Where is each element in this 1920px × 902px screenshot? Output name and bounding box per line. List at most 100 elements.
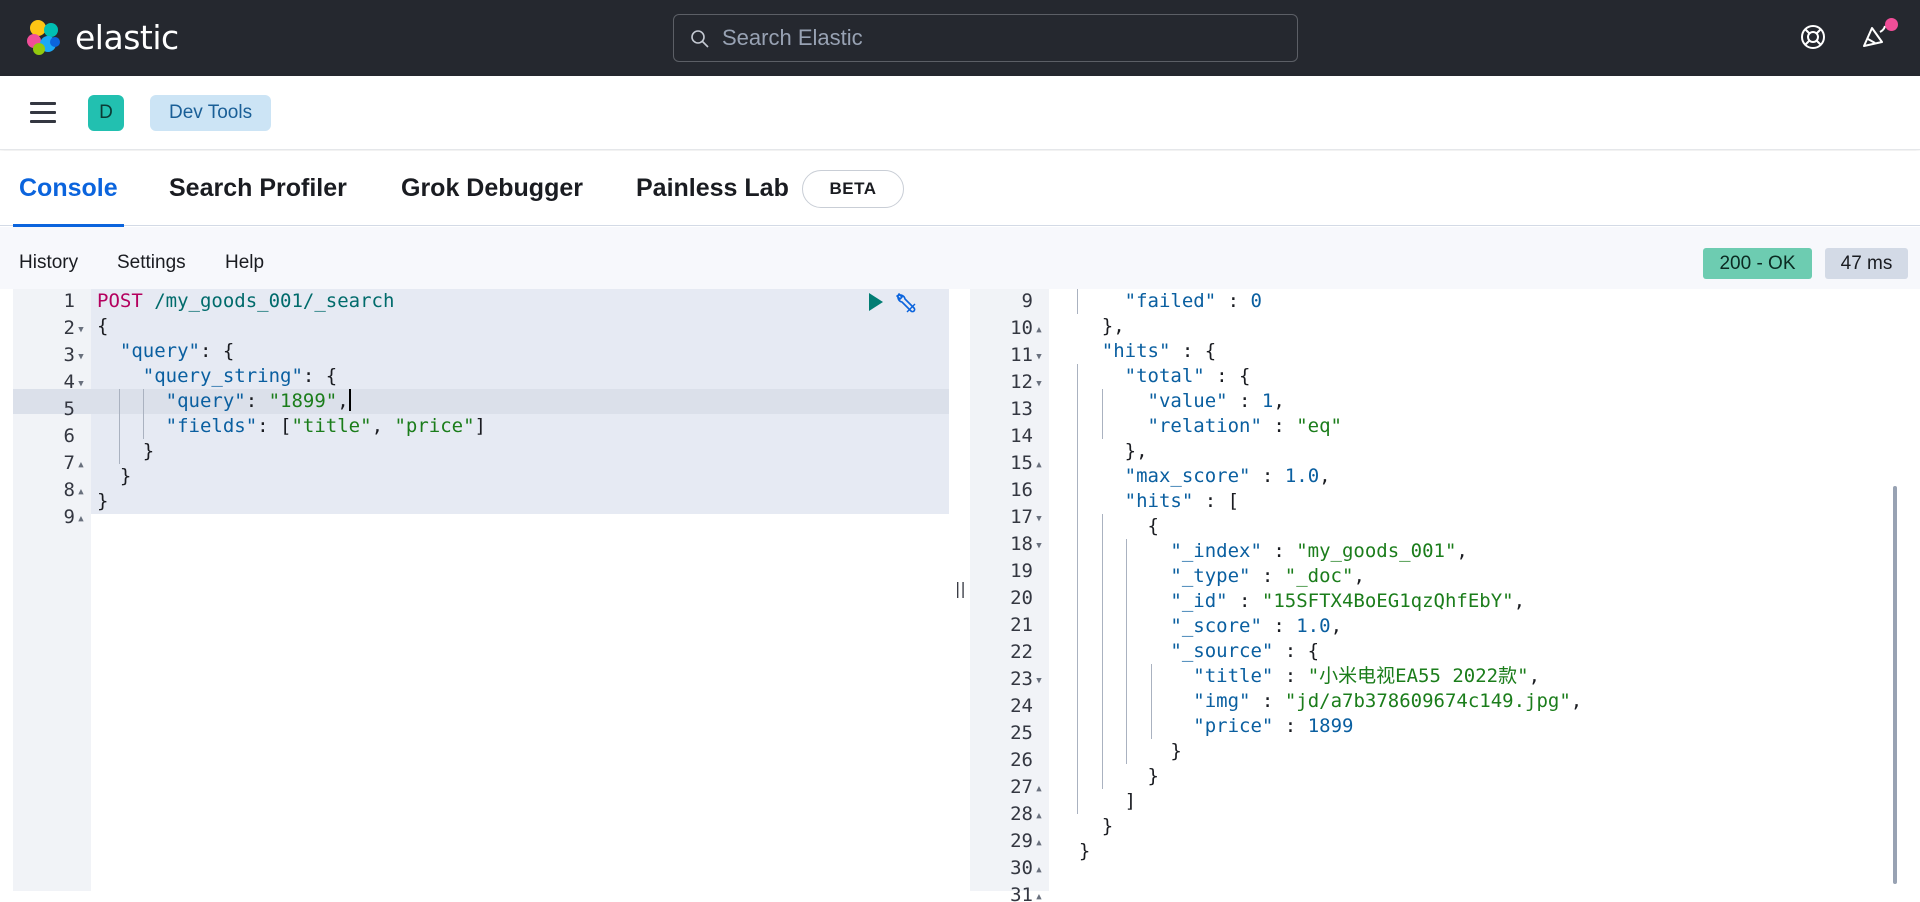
request-code[interactable]: POST /my_goods_001/_search { "query": { "… [97, 289, 486, 514]
code-line: "_source" : { [1170, 640, 1320, 662]
code-line: } [97, 490, 109, 512]
search-icon [691, 30, 709, 48]
code-line: } [1170, 740, 1182, 762]
fold-up-icon[interactable]: ▲ [1033, 804, 1045, 829]
fold-down-icon[interactable]: ▼ [1033, 345, 1045, 370]
menu-icon[interactable] [30, 102, 56, 124]
fold-down-icon[interactable]: ▼ [1033, 669, 1045, 694]
fold-up-icon[interactable]: ▲ [1033, 858, 1045, 883]
line-number: 3 ▼ [13, 343, 87, 370]
code-line: "img" : "jd/a7b378609674c149.jpg", [1193, 690, 1583, 712]
code-line: } [119, 465, 132, 487]
code-line: "failed" : 0 [1124, 290, 1262, 312]
line-number: 15 ▲ [970, 451, 1045, 478]
code-line: "max_score" : 1.0, [1124, 465, 1331, 487]
space-avatar[interactable]: D [88, 95, 124, 131]
code-line: { [97, 315, 109, 337]
wrench-icon[interactable] [893, 290, 919, 316]
code-line: POST /my_goods_001/_search [97, 290, 395, 312]
tab-grok-debugger[interactable]: Grok Debugger [401, 151, 583, 226]
line-number: 29 ▲ [970, 829, 1045, 856]
fold-down-icon[interactable]: ▼ [75, 372, 87, 397]
code-line: } [142, 440, 155, 462]
line-number: 12 ▼ [970, 370, 1045, 397]
code-line: }, [1124, 440, 1148, 462]
line-number: 2 ▼ [13, 316, 87, 343]
breadcrumb[interactable]: Dev Tools [150, 95, 272, 131]
console-toolbar [0, 227, 1920, 289]
fold-down-icon[interactable]: ▼ [75, 345, 87, 370]
brand-name[interactable]: elastic [75, 18, 179, 58]
code-line: "hits" : [ [1124, 490, 1240, 512]
tab-painless-lab[interactable]: Painless Lab [636, 151, 789, 226]
line-number: 25 [970, 721, 1045, 748]
line-number: 11 ▼ [970, 343, 1045, 370]
play-icon[interactable] [864, 291, 886, 313]
elastic-logo-icon[interactable] [24, 18, 64, 58]
code-line: ] [1124, 790, 1137, 812]
fold-up-icon[interactable]: ▲ [1033, 318, 1045, 343]
line-number: 31 ▲ [970, 883, 1045, 902]
fold-up-icon[interactable]: ▲ [1033, 777, 1045, 802]
help-icon[interactable] [1798, 22, 1828, 52]
global-search[interactable] [673, 14, 1298, 62]
line-number: 17 ▼ [970, 505, 1045, 532]
notification-dot [1885, 18, 1898, 31]
search-input[interactable] [722, 15, 1282, 61]
pane-resize-handle[interactable]: || [955, 577, 966, 601]
code-line: "_type" : "_doc", [1170, 565, 1365, 587]
code-line: "_index" : "my_goods_001", [1170, 540, 1468, 562]
beta-badge: BETA [802, 170, 904, 208]
line-number: 20 [970, 586, 1045, 613]
fold-down-icon[interactable]: ▼ [1033, 372, 1045, 397]
code-line: } [1147, 765, 1159, 787]
fold-up-icon[interactable]: ▲ [75, 507, 87, 532]
code-line: "_score" : 1.0, [1170, 615, 1343, 637]
response-scrollbar[interactable] [1893, 486, 1897, 884]
devtools-tabs: Console Search Profiler Grok Debugger Pa… [0, 151, 1920, 227]
line-number: 28 ▲ [970, 802, 1045, 829]
line-number: 24 [970, 694, 1045, 721]
line-number: 16 [970, 478, 1045, 505]
response-code[interactable]: "failed" : 0 }, "hits" : { "total" : { "… [1056, 289, 1582, 889]
code-line: } [1078, 840, 1091, 862]
code-line: "query": "1899", [165, 389, 351, 412]
code-line: "title" : "小米电视EA55 2022款", [1193, 665, 1541, 687]
fold-up-icon[interactable]: ▲ [1033, 453, 1045, 478]
breadcrumb-bar: D Dev Tools [0, 76, 1920, 150]
line-number: 27 ▲ [970, 775, 1045, 802]
fold-up-icon[interactable]: ▲ [75, 480, 87, 505]
code-line: "query_string": { [142, 365, 338, 387]
line-number: 26 [970, 748, 1045, 775]
line-number: 5 [13, 397, 87, 424]
status-badge: 200 - OK [1703, 248, 1812, 279]
code-line: "value" : 1, [1147, 390, 1285, 412]
line-number: 7 ▲ [13, 451, 87, 478]
code-line: }, [1101, 315, 1125, 337]
fold-down-icon[interactable]: ▼ [75, 318, 87, 343]
tab-console[interactable]: Console [13, 151, 124, 227]
fold-up-icon[interactable]: ▲ [75, 453, 87, 478]
code-line: { [1147, 515, 1159, 537]
fold-down-icon[interactable]: ▼ [1033, 534, 1045, 559]
line-number: 9 [970, 289, 1045, 316]
code-line: "query": { [119, 340, 235, 362]
fold-down-icon[interactable]: ▼ [1033, 507, 1045, 532]
fold-up-icon[interactable]: ▲ [1033, 885, 1045, 902]
line-number: 1 [13, 289, 87, 316]
fold-up-icon[interactable]: ▲ [1033, 831, 1045, 856]
code-line: "price" : 1899 [1193, 715, 1354, 737]
code-line: "total" : { [1124, 365, 1251, 387]
line-number: 9 ▲ [13, 505, 87, 532]
text-cursor [348, 389, 351, 411]
tab-search-profiler[interactable]: Search Profiler [169, 151, 347, 226]
